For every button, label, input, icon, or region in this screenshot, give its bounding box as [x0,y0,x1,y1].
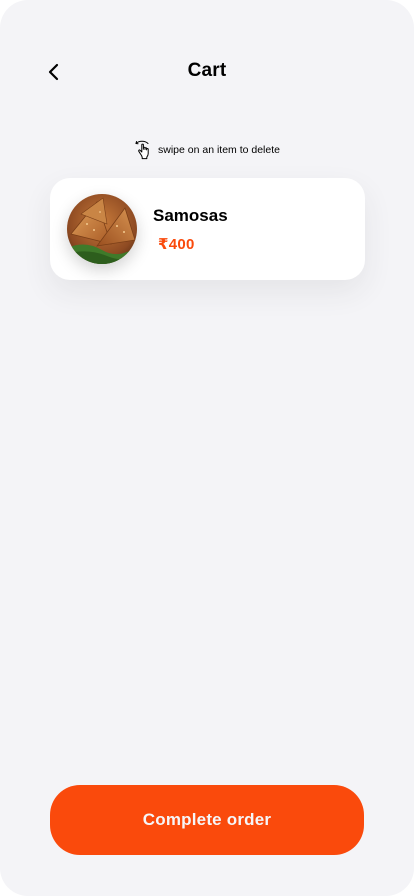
swipe-hint: swipe on an item to delete [0,138,414,160]
complete-order-button[interactable]: Complete order [50,785,364,855]
cart-item-card[interactable]: Samosas ₹400 [50,178,365,280]
page-title: Cart [187,60,227,81]
item-name: Samosas [153,206,228,225]
swipe-hand-icon [135,140,149,160]
cart-screen: Cart swipe on an item to delete Samosas … [0,0,414,896]
swipe-hint-text: swipe on an item to delete [158,144,280,156]
item-price: ₹400 [158,236,195,253]
samosa-food-image [67,194,137,264]
